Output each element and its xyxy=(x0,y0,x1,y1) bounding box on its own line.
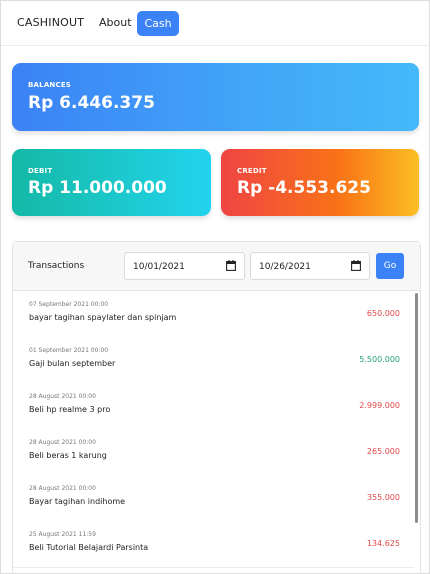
transaction-amount: 265.000 xyxy=(366,447,400,456)
transaction-description: Beli beras 1 karung xyxy=(29,451,107,460)
transaction-amount: 2.999.000 xyxy=(359,401,400,410)
transaction-row[interactable]: 25 August 2021 11:59 Beli Tutorial Belaj… xyxy=(13,521,414,568)
credit-value: Rp -4.553.625 xyxy=(237,178,371,198)
credit-card: CREDIT Rp -4.553.625 xyxy=(221,149,419,216)
debit-value: Rp 11.000.000 xyxy=(28,178,167,198)
date-to-value: 10/26/2021 xyxy=(259,262,311,272)
transaction-amount: 355.000 xyxy=(366,493,400,502)
transactions-header: Transactions 10/01/2021 10/26/2021 Go xyxy=(13,242,420,291)
go-button[interactable]: Go xyxy=(376,253,404,279)
credit-label: CREDIT xyxy=(237,167,267,175)
transaction-time: 28 August 2021 00:00 xyxy=(29,439,96,446)
transaction-row[interactable]: 01 September 2021 00:00 Gaji bulan septe… xyxy=(13,337,414,384)
date-to-input[interactable]: 10/26/2021 xyxy=(250,252,370,280)
transaction-row[interactable]: 07 September 2021 00:00 bayar tagihan sp… xyxy=(13,291,414,338)
scrollbar[interactable] xyxy=(415,293,418,523)
transaction-row[interactable]: 28 August 2021 00:00 Beli hp realme 3 pr… xyxy=(13,383,414,430)
transaction-time: 01 September 2021 00:00 xyxy=(29,347,109,354)
transaction-description: Beli hp realme 3 pro xyxy=(29,405,111,414)
transaction-time: 28 August 2021 00:00 xyxy=(29,393,96,400)
transaction-list[interactable]: 07 September 2021 00:00 bayar tagihan sp… xyxy=(13,291,420,573)
balances-value: Rp 6.446.375 xyxy=(28,93,155,113)
brand-logo[interactable]: CASHINOUT xyxy=(17,16,84,29)
balances-label: BALANCES xyxy=(28,81,72,89)
transactions-panel: Transactions 10/01/2021 10/26/2021 Go 07… xyxy=(12,241,421,573)
transaction-amount: 650.000 xyxy=(366,309,400,318)
date-from-input[interactable]: 10/01/2021 xyxy=(124,252,245,280)
date-from-value: 10/01/2021 xyxy=(133,262,185,272)
calendar-icon[interactable] xyxy=(226,260,236,271)
transaction-description: Beli Tutorial Belajardi Parsinta xyxy=(29,543,149,552)
transaction-row[interactable]: 28 August 2021 00:00 Beli beras 1 karung… xyxy=(13,429,414,476)
transaction-row[interactable]: 28 August 2021 00:00 Bayar tagihan indih… xyxy=(13,475,414,522)
transaction-time: 25 August 2021 11:59 xyxy=(29,531,96,538)
navbar: CASHINOUT About Cash xyxy=(1,1,429,46)
transactions-title: Transactions xyxy=(28,261,85,271)
balances-card: BALANCES Rp 6.446.375 xyxy=(12,63,419,131)
app-frame: CASHINOUT About Cash BALANCES Rp 6.446.3… xyxy=(0,0,430,574)
transaction-amount: 134.625 xyxy=(366,539,400,548)
calendar-icon[interactable] xyxy=(351,260,361,271)
transaction-description: Gaji bulan september xyxy=(29,359,116,368)
transaction-description: Bayar tagihan indihome xyxy=(29,497,126,506)
transaction-description: bayar tagihan spaylater dan spinjam xyxy=(29,313,177,322)
transaction-time: 28 August 2021 00:00 xyxy=(29,485,96,492)
debit-card: DEBIT Rp 11.000.000 xyxy=(12,149,211,216)
transaction-amount: 5.500.000 xyxy=(359,355,400,364)
nav-about-link[interactable]: About xyxy=(99,16,132,29)
transaction-time: 07 September 2021 00:00 xyxy=(29,301,109,308)
nav-cash-button[interactable]: Cash xyxy=(137,11,179,36)
debit-label: DEBIT xyxy=(28,167,53,175)
